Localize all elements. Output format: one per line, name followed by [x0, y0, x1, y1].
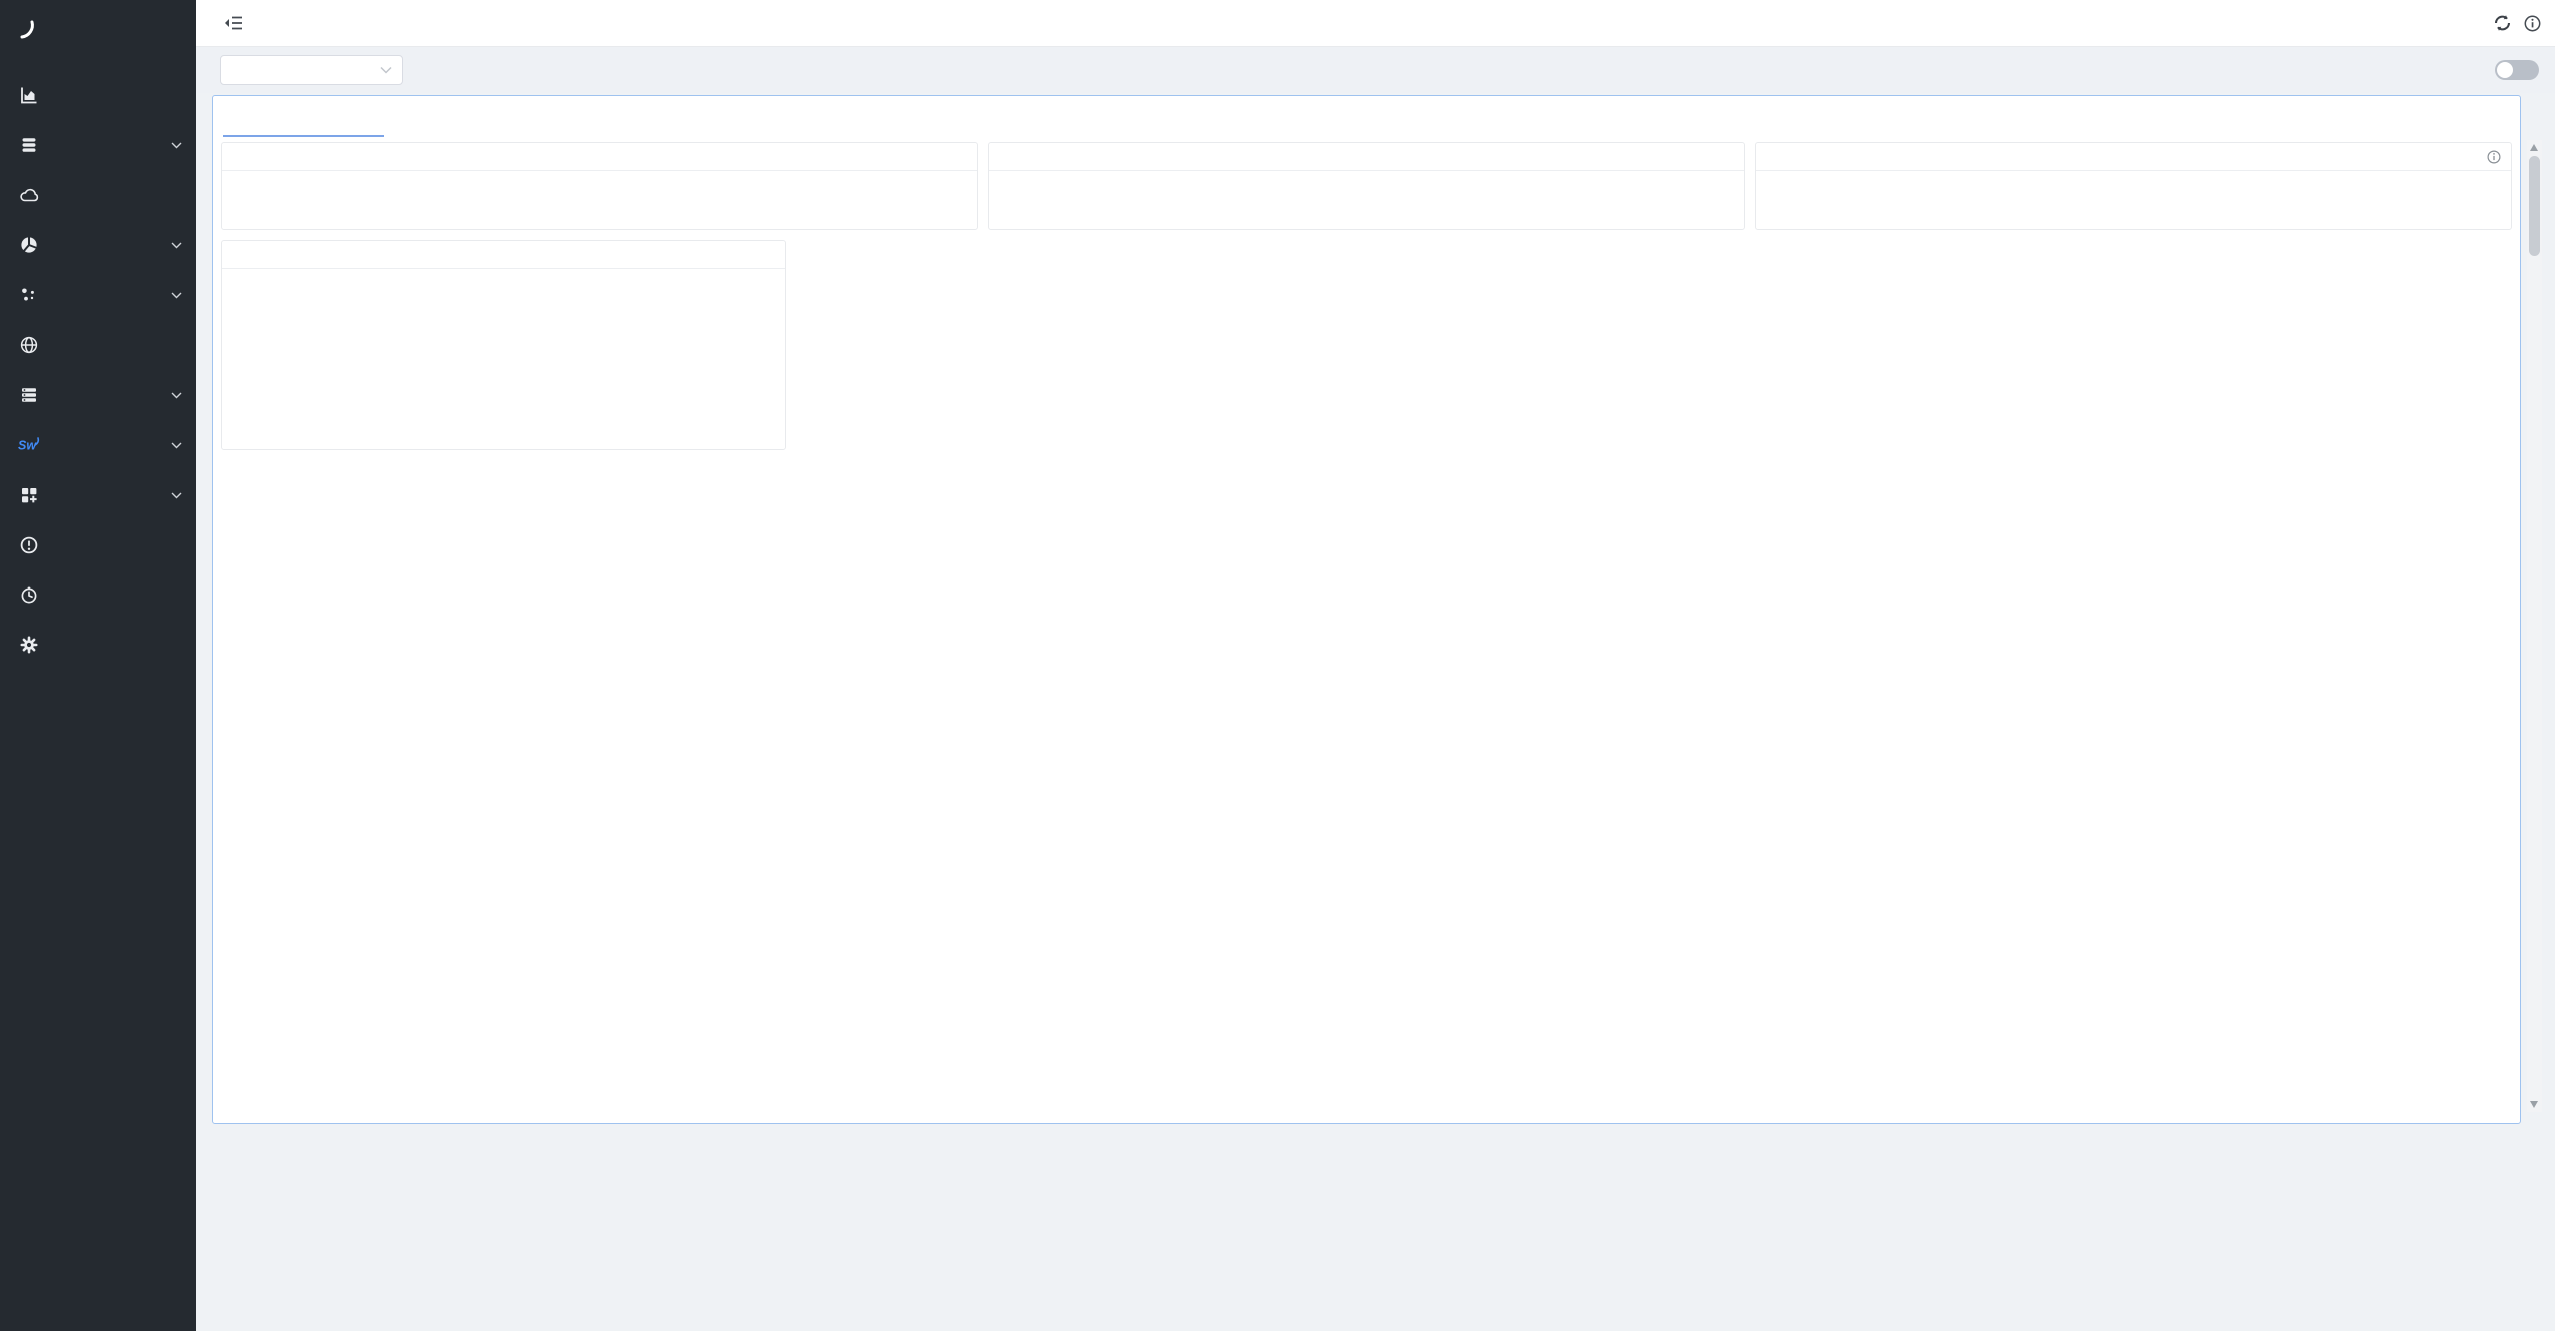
functions-cloud-icon [18, 185, 40, 205]
scrollbar-up-arrow[interactable] [2530, 144, 2538, 151]
scrollbar-down-arrow[interactable] [2530, 1101, 2538, 1108]
sidebar-item-alarms[interactable] [0, 520, 196, 570]
infrastructure-icon [18, 285, 40, 305]
chevron-down-icon [171, 436, 182, 454]
filter-bar [196, 47, 2555, 93]
stats-row [221, 142, 2512, 230]
card-header [222, 143, 977, 171]
stat-value-body [222, 171, 977, 229]
kubernetes-icon [18, 235, 40, 255]
tab-profile[interactable] [1098, 96, 1273, 142]
events-icon [18, 585, 40, 605]
stat-card-1 [988, 142, 1745, 230]
stat-card-2 [1755, 142, 2512, 230]
stat-card-0 [221, 142, 978, 230]
topbar-right [2437, 14, 2541, 32]
main-area [196, 0, 2555, 1331]
tab-overview[interactable] [223, 96, 398, 142]
sidebar-item-functions[interactable] [0, 170, 196, 220]
chart-card-service-avg-response-time [221, 240, 786, 450]
app-logo [0, 0, 196, 70]
sidebar-item-kubernetes[interactable] [0, 220, 196, 270]
sidebar-menu: Sw [0, 70, 196, 670]
alarms-icon [18, 535, 40, 555]
service-mesh-icon [18, 135, 40, 155]
dashboard-tabs [213, 96, 2520, 142]
dashboard-container [212, 95, 2521, 1124]
sidebar-item-settings[interactable] [0, 620, 196, 670]
dashboards-icon [18, 485, 40, 505]
info-icon[interactable] [2487, 150, 2501, 164]
chevron-down-icon [171, 236, 182, 254]
tab-endpoint[interactable] [573, 96, 748, 142]
sidebar-item-browser[interactable] [0, 320, 196, 370]
info-icon[interactable] [2524, 15, 2541, 32]
tab-instance[interactable] [398, 96, 573, 142]
database-icon [18, 385, 40, 405]
sidebar-item-service-mesh[interactable] [0, 120, 196, 170]
sidebar-item-database[interactable] [0, 370, 196, 420]
tab-trace[interactable] [923, 96, 1098, 142]
instance-lists-row [221, 680, 2512, 948]
chevron-down-icon [171, 286, 182, 304]
self-observability-icon: Sw [18, 435, 40, 455]
sidebar-collapse-icon[interactable] [224, 15, 243, 31]
chevron-down-icon [380, 66, 392, 74]
chevron-down-icon [171, 486, 182, 504]
sidebar-item-general-service[interactable] [0, 70, 196, 120]
auto-refresh-toggle[interactable] [2495, 60, 2539, 80]
svg-text:Sw: Sw [18, 439, 37, 453]
sidebar-item-events[interactable] [0, 570, 196, 620]
chevron-down-icon [171, 386, 182, 404]
dashboard-cards [213, 142, 2520, 1124]
sidebar-item-dashboards[interactable] [0, 470, 196, 520]
top-header [196, 0, 2555, 47]
refresh-icon[interactable] [2493, 14, 2512, 32]
charts-row-2 [221, 460, 2512, 670]
content-area [196, 93, 2555, 1124]
stat-value-body [1756, 171, 2511, 229]
sidebar-item-infrastructure[interactable] [0, 270, 196, 320]
page-scrollbar[interactable] [2527, 140, 2542, 1112]
app-root: Sw [0, 0, 2555, 1331]
charts-row-1 [221, 240, 2512, 450]
scrollbar-thumb[interactable] [2529, 156, 2540, 256]
browser-globe-icon [18, 335, 40, 355]
tab-topology[interactable] [748, 96, 923, 142]
chevron-down-icon [171, 136, 182, 154]
settings-gear-icon [18, 635, 40, 655]
sidebar-item-self-observability[interactable]: Sw [0, 420, 196, 470]
endpoint-lists-row [221, 958, 2512, 1124]
card-header [1756, 143, 2511, 171]
logo-swoosh-icon [20, 19, 36, 41]
toggle-knob [2497, 62, 2513, 78]
card-header [989, 143, 1744, 171]
service-select[interactable] [220, 55, 403, 85]
card-header [222, 241, 785, 269]
tab-log[interactable] [1273, 96, 1448, 142]
general-service-icon [18, 85, 40, 105]
stat-value-body [989, 171, 1744, 229]
sidebar: Sw [0, 0, 196, 1331]
